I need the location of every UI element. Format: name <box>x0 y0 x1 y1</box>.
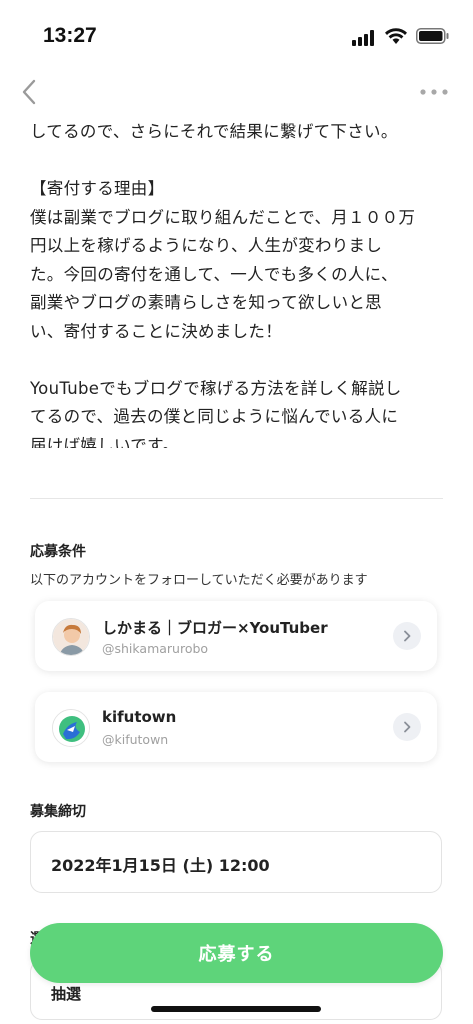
apply-button[interactable]: 応募する <box>30 923 443 983</box>
more-horizontal-icon <box>420 89 448 95</box>
description-line: してるので、さらにそれで結果に繋げて下さい。 <box>30 122 398 141</box>
deadline-value: 2022年1月15日 (土) 12:00 <box>51 856 270 875</box>
description-line: 円以上を稼げるようになり、人生が変わりまし <box>30 236 383 255</box>
account-handle: @shikamarurobo <box>102 641 209 656</box>
section-divider <box>30 498 443 499</box>
account-card-shikamaru[interactable]: しかまる｜ブロガー×YouTuber @shikamarurobo <box>35 601 437 671</box>
deadline-box: 2022年1月15日 (土) 12:00 <box>30 831 442 893</box>
kifutown-logo-icon <box>53 710 89 746</box>
description-line: た。今回の寄付を通して、一人でも多くの人に、 <box>30 264 398 284</box>
description-line: 副業やブログの素晴らしさを知って欲しいと思 <box>30 293 382 312</box>
home-indicator <box>151 1006 321 1012</box>
chevron-right-icon <box>404 721 411 733</box>
more-options-button[interactable] <box>414 80 454 104</box>
requirements-description: 以下のアカウントをフォローしていただく必要があります <box>30 573 368 588</box>
open-account-button[interactable] <box>393 713 421 741</box>
wifi-icon <box>385 28 407 44</box>
cellular-signal-icon <box>352 30 374 46</box>
campaign-description: してるので、さらにそれで結果に繋げて下さい。 【寄付する理由】 僕は副業でブログ… <box>30 118 450 448</box>
account-handle: @kifutown <box>102 732 169 747</box>
description-line: YouTubeでもブログで稼げる方法を詳しく解説し <box>30 378 402 398</box>
avatar <box>52 618 90 656</box>
status-time: 13:27 <box>43 24 97 47</box>
avatar <box>52 709 90 747</box>
battery-icon <box>416 28 449 44</box>
description-line: 僕は副業でブログに取り組んだことで、月１００万 <box>30 207 416 227</box>
requirements-title: 応募条件 <box>30 544 86 560</box>
back-button[interactable] <box>14 74 44 110</box>
account-name: しかまる｜ブロガー×YouTuber <box>102 619 328 637</box>
description-line: い、寄付することに決めました！ <box>30 321 282 341</box>
open-account-button[interactable] <box>393 622 421 650</box>
account-card-kifutown[interactable]: kifutown @kifutown <box>35 692 437 762</box>
account-name: kifutown <box>102 708 177 726</box>
deadline-title: 募集締切 <box>30 804 86 820</box>
status-bar: 13:27 <box>0 0 473 70</box>
description-line: てるので、過去の僕と同じように悩んでいる人に <box>30 407 399 426</box>
chevron-right-icon <box>404 630 411 642</box>
selection-value: 抽選 <box>51 985 82 1003</box>
chevron-left-icon <box>22 79 36 105</box>
avatar-person-icon <box>53 619 89 655</box>
navigation-bar <box>0 70 473 114</box>
description-line: 届けば嬉しいです。 <box>30 435 180 449</box>
description-line: 【寄付する理由】 <box>30 179 165 198</box>
